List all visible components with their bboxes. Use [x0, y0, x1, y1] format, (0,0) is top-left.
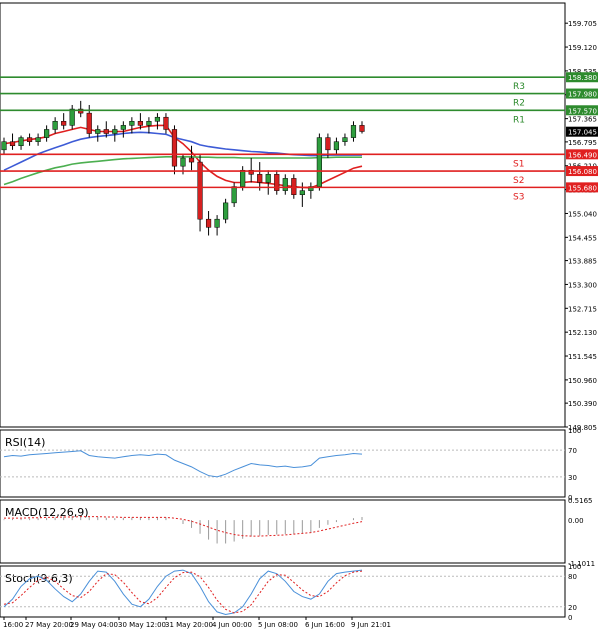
candle-body [137, 121, 143, 126]
level-price-label: 157.980 [568, 91, 597, 99]
candle-body [240, 169, 246, 187]
level-name-r3: R3 [513, 82, 525, 92]
candle-body [342, 137, 348, 142]
candle-body [52, 121, 58, 130]
y-tick-label: 151.545 [568, 353, 597, 361]
candle-body [265, 174, 271, 183]
candle-body [231, 186, 237, 204]
indicator-tick-label: 100 [568, 563, 581, 571]
level-price-label: 156.490 [568, 151, 597, 159]
candle-body [154, 116, 161, 122]
y-tick-label: 153.300 [568, 281, 597, 289]
x-tick-label: 27 May 20:00 [25, 621, 73, 629]
indicator-tick-label: 80 [568, 573, 577, 581]
y-tick-label: 159.120 [568, 44, 597, 52]
y-tick-label: 152.715 [568, 305, 597, 313]
candle-body [359, 125, 365, 132]
indicator-tick-label: 70 [568, 447, 577, 455]
current-price-label: 157.045 [568, 129, 597, 137]
level-price-label: 157.570 [568, 107, 597, 115]
candle-body [171, 129, 178, 167]
x-tick-label: 6 Jun 16:00 [305, 621, 345, 629]
candle-body [188, 157, 195, 163]
candle-body [44, 129, 50, 138]
candle-body [282, 178, 288, 191]
candle-body [299, 190, 305, 195]
candle-body [214, 218, 220, 228]
candle-body [205, 218, 212, 228]
indicator-tick-label: 30 [568, 474, 577, 482]
candle-body [325, 137, 331, 151]
candle-body [223, 202, 229, 220]
y-tick-label: 159.705 [568, 20, 597, 28]
level-price-label: 156.080 [568, 168, 597, 176]
candle-body [61, 121, 67, 126]
level-price-label: 155.680 [568, 184, 597, 192]
candle-body [350, 125, 357, 138]
indicator-name: RSI(14) [5, 436, 45, 449]
y-tick-label: 154.455 [568, 234, 597, 242]
level-name-s2: S2 [513, 176, 524, 186]
indicator-tick-label: 0.00 [568, 517, 584, 525]
indicator-tick-label: 20 [568, 604, 577, 612]
x-tick-label: 5 Jun 08:00 [258, 621, 298, 629]
level-price-label: 158.380 [568, 74, 597, 82]
candle-body [9, 141, 16, 147]
candle-body [180, 157, 186, 167]
indicator-name: Stoch(9,6,3) [5, 572, 73, 585]
candle-body [86, 112, 92, 134]
candle-body [316, 137, 322, 187]
level-name-r1: R1 [513, 115, 525, 125]
x-tick-label: 29 May 04:00 [70, 621, 118, 629]
indicator-tick-label: 0.5165 [568, 497, 593, 505]
candle-body [146, 121, 152, 126]
candle-body [163, 116, 169, 130]
candle-body [95, 129, 101, 134]
indicator-tick-label: 100 [568, 427, 581, 435]
candle-body [35, 137, 41, 142]
indicator-tick-label: 0 [568, 614, 572, 622]
y-tick-label: 156.795 [568, 139, 597, 147]
y-tick-label: 150.960 [568, 377, 597, 385]
y-tick-label: 153.885 [568, 258, 597, 266]
candle-body [18, 137, 24, 147]
candle-body [1, 141, 7, 151]
y-tick-label: 155.040 [568, 210, 597, 218]
candle-body [120, 125, 126, 130]
x-tick-label: 9 Jun 21:01 [351, 621, 391, 629]
candle-body [257, 174, 263, 183]
candle-body [274, 174, 280, 191]
candle-body [112, 129, 118, 134]
level-name-s3: S3 [513, 192, 524, 202]
y-tick-label: 150.390 [568, 400, 597, 408]
level-name-s1: S1 [513, 159, 524, 169]
x-tick-label: 30 May 12:00 [118, 621, 166, 629]
x-tick-label: 4 Jun 00:00 [212, 621, 252, 629]
candle-body [333, 141, 340, 151]
x-tick-label: 31 May 20:00 [165, 621, 213, 629]
candle-body [26, 137, 33, 142]
candle-body [103, 129, 109, 134]
candle-body [291, 178, 297, 195]
candle-body [129, 121, 135, 126]
y-tick-label: 157.365 [568, 116, 597, 124]
level-name-r2: R2 [513, 99, 525, 109]
y-tick-label: 152.130 [568, 329, 597, 337]
candle-body [69, 108, 75, 126]
x-tick-label: 16:00 [3, 621, 23, 629]
chart-svg: 159.705159.120158.535157.950157.365156.7… [0, 0, 600, 629]
